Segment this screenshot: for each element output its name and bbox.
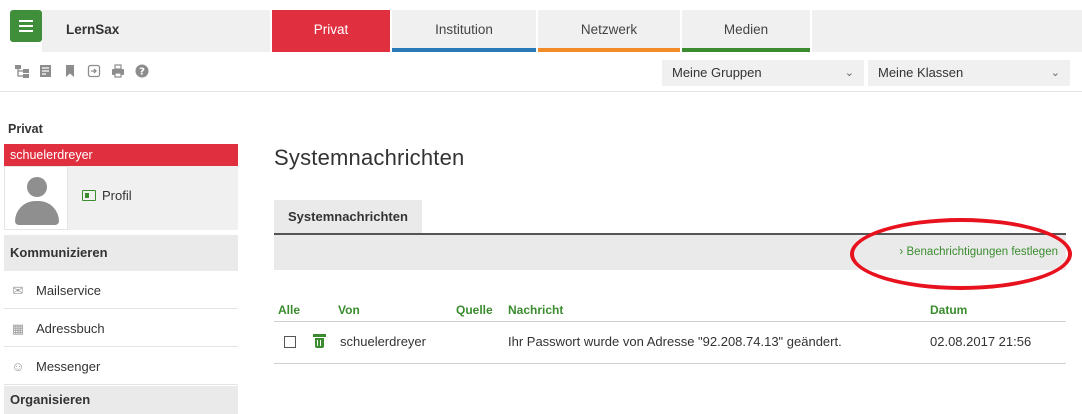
- top-navigation-bar: LernSax Privat Institution Netzwerk Medi…: [0, 0, 1082, 52]
- row-checkbox[interactable]: [284, 336, 296, 348]
- section-organisieren: Organisieren: [4, 386, 238, 414]
- notes-icon[interactable]: [38, 64, 54, 80]
- id-card-icon: [82, 190, 96, 201]
- mail-icon: ✉: [12, 283, 24, 298]
- chevron-down-icon: ⌄: [1050, 67, 1060, 79]
- tab-privat[interactable]: Privat: [272, 10, 390, 52]
- sidebar-item-label: Adressbuch: [36, 321, 105, 336]
- page-title: Systemnachrichten: [274, 145, 465, 170]
- sidebar-item-label: Mailservice: [36, 283, 102, 298]
- avatar: [4, 166, 68, 230]
- groups-select-value: Meine Gruppen: [672, 65, 762, 80]
- row-von: schuelerdreyer: [340, 334, 426, 349]
- header-datum[interactable]: Datum: [930, 303, 967, 317]
- classes-select-value: Meine Klassen: [878, 65, 964, 80]
- header-alle[interactable]: Alle: [278, 303, 300, 317]
- profile-box: Profil: [4, 166, 238, 230]
- sitemap-icon[interactable]: [14, 64, 30, 80]
- svg-text:?: ?: [139, 67, 145, 78]
- sidebar-heading: Privat: [8, 122, 43, 136]
- groups-select[interactable]: Meine Gruppen ⌄: [662, 60, 864, 86]
- sidebar-user[interactable]: schuelerdreyer: [4, 144, 238, 166]
- header-nachricht[interactable]: Nachricht: [508, 303, 563, 317]
- profile-link-label: Profil: [102, 188, 132, 203]
- hamburger-icon: [19, 20, 33, 32]
- tab-medien[interactable]: Medien: [682, 10, 810, 52]
- tab-netzwerk[interactable]: Netzwerk: [538, 10, 680, 52]
- table-row[interactable]: schuelerdreyer Ihr Passwort wurde von Ad…: [274, 322, 1066, 364]
- header-quelle[interactable]: Quelle: [456, 303, 493, 317]
- sidebar-item-adressbuch[interactable]: ▦ Adressbuch: [4, 310, 238, 347]
- header-von[interactable]: Von: [338, 303, 360, 317]
- help-icon[interactable]: ?: [134, 64, 150, 80]
- address-book-icon: ▦: [11, 321, 25, 336]
- tab-systemnachrichten[interactable]: Systemnachrichten: [274, 200, 422, 233]
- sidebar: Privat schuelerdreyer Profil Kommunizier…: [0, 92, 240, 414]
- sidebar-item-label: Messenger: [36, 359, 101, 374]
- logout-icon[interactable]: [86, 64, 102, 80]
- tab-institution[interactable]: Institution: [392, 10, 536, 52]
- table-header: Alle Von Quelle Nachricht Datum: [274, 300, 1066, 322]
- highlight-annotation-ellipse: [850, 218, 1072, 290]
- row-nachricht: Ihr Passwort wurde von Adresse "92.208.7…: [508, 334, 842, 349]
- sidebar-item-messenger[interactable]: ☺ Messenger: [4, 348, 238, 385]
- trash-icon[interactable]: [313, 334, 326, 348]
- hamburger-menu-button[interactable]: [10, 10, 42, 42]
- classes-select[interactable]: Meine Klassen ⌄: [868, 60, 1070, 86]
- toolbar-icons: ?: [14, 64, 150, 80]
- toolbar: ? Meine Gruppen ⌄ Meine Klassen ⌄: [0, 52, 1082, 92]
- tabs-filler: [812, 10, 1082, 52]
- print-icon[interactable]: [110, 64, 126, 80]
- main-tabs: Privat Institution Netzwerk Medien: [272, 10, 1082, 52]
- sidebar-item-mailservice[interactable]: ✉ Mailservice: [4, 272, 238, 309]
- brand-name: LernSax: [42, 10, 270, 52]
- chevron-down-icon: ⌄: [844, 67, 854, 79]
- row-datum: 02.08.2017 21:56: [930, 334, 1032, 349]
- section-kommunizieren: Kommunizieren: [4, 235, 238, 271]
- bookmark-icon[interactable]: [62, 64, 78, 80]
- messenger-icon: ☺: [11, 359, 25, 374]
- profile-link[interactable]: Profil: [82, 188, 132, 203]
